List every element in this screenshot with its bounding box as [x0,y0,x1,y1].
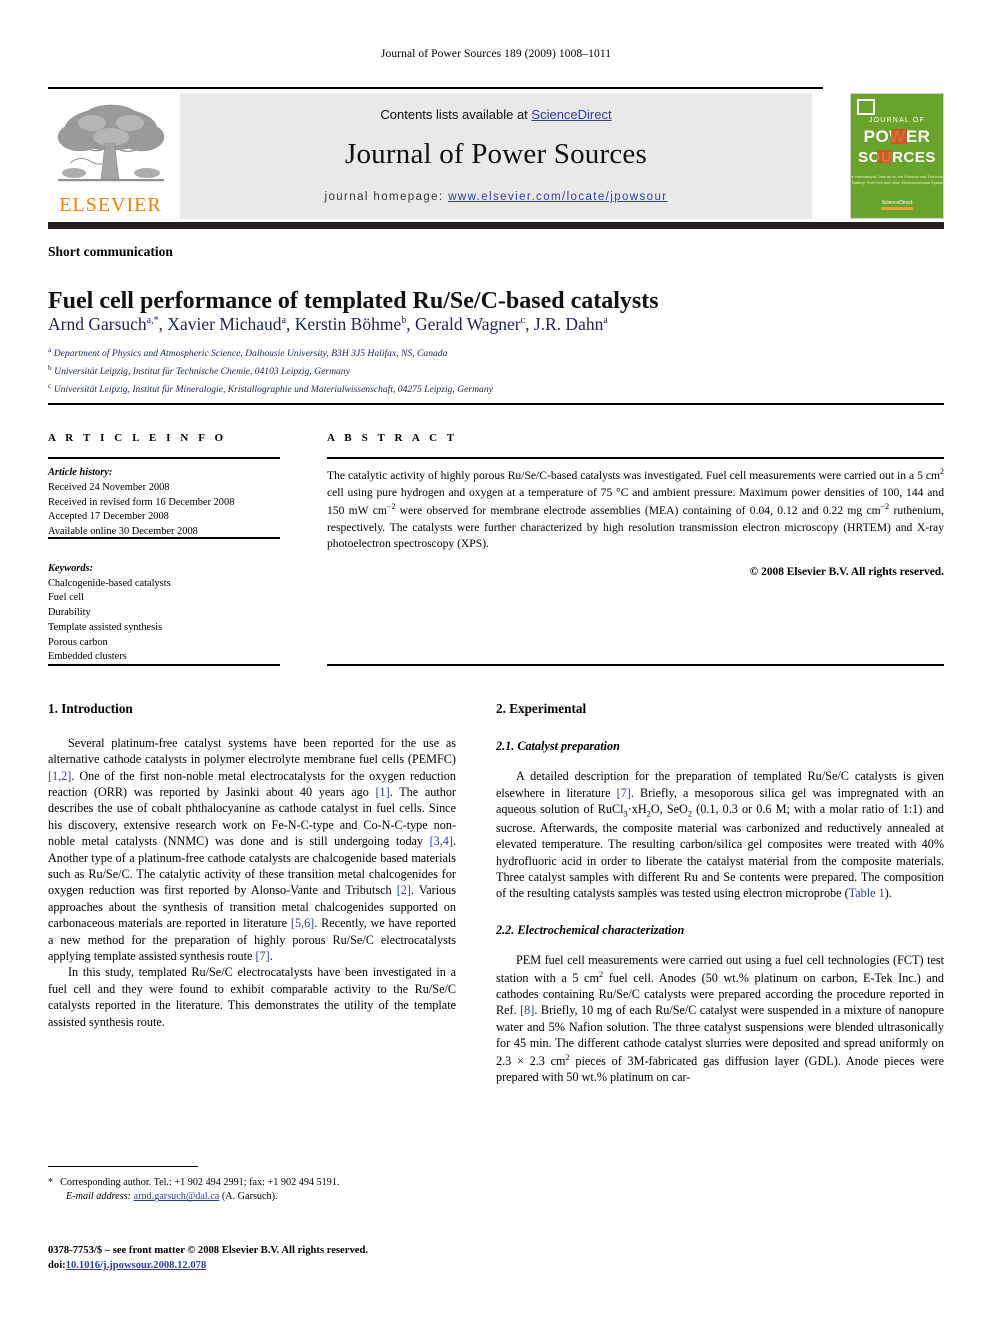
journal-homepage-link[interactable]: www.elsevier.com/locate/jpowsour [448,191,667,203]
journal-banner: Contents lists available at ScienceDirec… [180,93,812,219]
header-rule [48,87,823,89]
abstract-body: The catalytic activity of highly porous … [327,467,945,551]
article-history-block: Article history: Received 24 November 20… [48,466,298,540]
subsection-heading-catalyst-preparation: 2.1. Catalyst preparation [496,738,620,753]
footnote-block: * Corresponding author. Tel.: +1 902 494 … [48,1176,456,1205]
subsection-heading-electrochemical-characterization: 2.2. Electrochemical characterization [496,922,685,937]
keyword-item: Fuel cell [48,592,85,604]
keyword-item: Embedded clusters [48,651,127,663]
elsevier-tree-icon [57,104,164,182]
masthead-divider-bar [48,222,944,229]
journal-cover-art: JOURNAL OF POWER POWER SOURCES SOURCES T… [851,94,943,218]
catalyst-preparation-paragraph: A detailed description for the preparati… [496,769,945,901]
affiliation-list: a Department of Physics and Atmospheric … [48,344,928,397]
electrochemical-characterization-paragraph: PEM fuel cell measurements were carried … [496,953,945,1085]
article-history-item: Received 24 November 2008 [48,481,170,493]
article-info-rule [48,457,280,459]
footnote-star-marker: * [48,1177,54,1188]
article-info-heading: A R T I C L E I N F O [48,432,227,444]
svg-text:of Battery, Fuel Cell and othe: of Battery, Fuel Cell and other Electroc… [851,180,943,185]
body-column-right: 2. Experimental 2.1. Catalyst preparatio… [496,700,944,1086]
keyword-item: Durability [48,607,91,619]
corresponding-author-note: * Corresponding author. Tel.: +1 902 494 … [48,1176,456,1190]
introduction-paragraph: In this study, templated Ru/Se/C electro… [48,965,456,1029]
abstract-heading: A B S T R A C T [327,432,458,444]
svg-text:JOURNAL OF: JOURNAL OF [869,117,925,124]
section-heading-experimental: 2. Experimental [496,701,587,716]
abstract-bottom-rule [327,664,944,666]
homepage-label: journal homepage: [324,191,444,203]
svg-text:ScienceDirect: ScienceDirect [882,200,913,206]
abstract-rule [327,457,944,459]
journal-cover-thumbnail: JOURNAL OF POWER POWER SOURCES SOURCES T… [850,93,944,219]
article-history-item: Accepted 17 December 2008 [48,511,169,523]
article-type-label: Short communication [48,244,173,259]
svg-text:The International Journal on t: The International Journal on the Science… [851,174,943,179]
email-owner: (A. Garsuch). [221,1191,278,1203]
contents-lists-line: Contents lists available at ScienceDirec… [180,93,812,122]
issn-line: 0378-7753/$ – see front matter © 2008 El… [48,1245,368,1256]
affiliation-item: b Universität Leipzig, Institut für Tech… [48,362,350,377]
body-column-left: 1. Introduction Several platinum-free ca… [48,700,456,1030]
affiliation-item: a Department of Physics and Atmospheric … [48,345,448,360]
running-head: Journal of Power Sources 189 (2009) 1008… [380,48,612,60]
footnote-rule [48,1166,198,1167]
corresponding-author-text: Corresponding author. Tel.: +1 902 494 2… [60,1177,340,1188]
elsevier-logo: ELSEVIER [48,93,173,219]
keyword-item: Template assisted synthesis [48,621,163,633]
doi-label: doi: [48,1260,66,1272]
introduction-paragraphs: Several platinum-free catalyst systems h… [48,735,456,1030]
contents-prefix: Contents lists available at [380,107,532,122]
article-history-item: Received in revised form 16 December 200… [48,496,235,508]
author-list: Arnd Garsucha,*, Xavier Michauda, Kersti… [48,314,608,334]
keywords-items: Chalcogenide-based catalysts Fuel cell Dur… [48,577,298,666]
abstract-column: The catalytic activity of highly porous … [327,466,944,581]
affiliation-item: c Universität Leipzig, Institut für Mine… [48,380,493,395]
introduction-paragraph: Several platinum-free catalyst systems h… [48,735,457,964]
sciencedirect-link[interactable]: ScienceDirect [531,107,611,122]
issn-copyright-block: 0378-7753/$ – see front matter © 2008 El… [48,1243,478,1274]
keyword-item: Porous carbon [48,636,108,648]
journal-homepage-line: journal homepage: www.elsevier.com/locat… [180,191,812,203]
doi-line: doi:10.1016/j.jpowsour.2008.12.078 [48,1258,478,1273]
keyword-item: Chalcogenide-based catalysts [48,577,171,589]
elsevier-wordmark: ELSEVIER [59,194,162,216]
email-note: E-mail address: arnd.garsuch@dal.ca (A. … [48,1190,456,1204]
paper-page: Journal of Power Sources 189 (2009) 1008… [0,0,992,1323]
journal-masthead: ELSEVIER Contents lists available at Sci… [48,93,944,219]
copyright-line: © 2008 Elsevier B.V. All rights reserved… [749,566,944,579]
keywords-label: Keywords: [48,562,94,574]
abstract-top-rule [48,403,944,405]
journal-title: Journal of Power Sources [345,138,647,170]
doi-link[interactable]: 10.1016/j.jpowsour.2008.12.078 [66,1260,207,1271]
email-link[interactable]: arnd.garsuch@dal.ca [134,1191,220,1202]
keywords-block: Keywords: Chalcogenide-based catalysts Fu… [48,562,298,665]
page-title: Fuel cell performance of templated Ru/Se… [48,288,659,315]
email-label: E-mail address: [66,1191,131,1203]
section-heading-introduction: 1. Introduction [48,701,133,716]
article-history-label: Article history: [48,467,113,478]
article-info-column: Article history: Received 24 November 20… [48,466,298,665]
article-history-items: Received 24 November 2008 Received in rev… [48,481,298,540]
article-history-item: Available online 30 December 2008 [48,526,198,538]
